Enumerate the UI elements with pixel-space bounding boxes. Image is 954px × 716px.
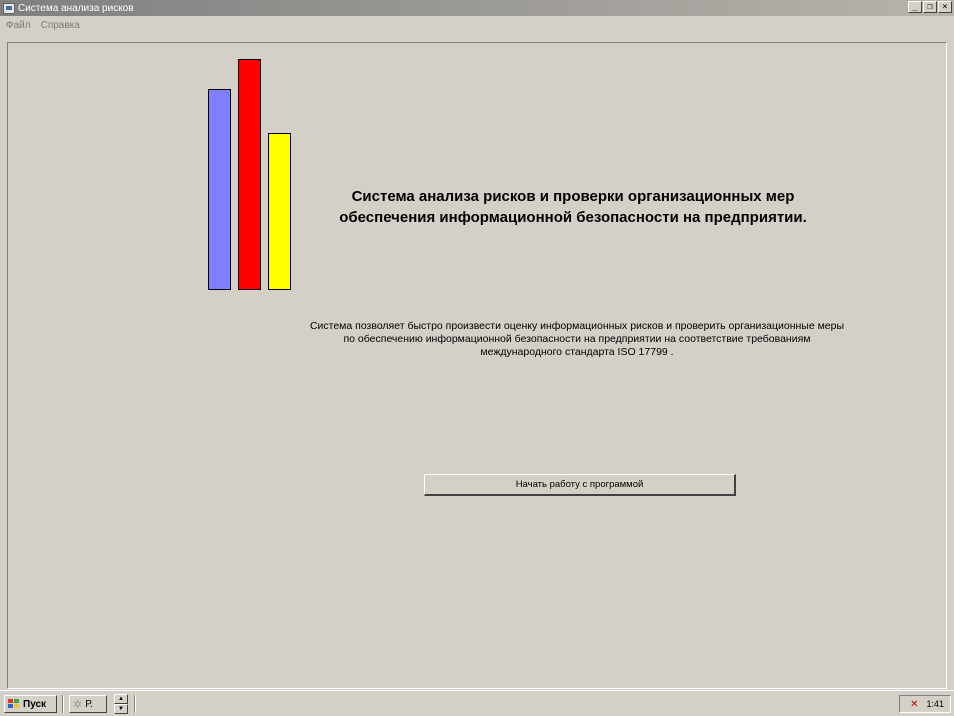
start-label: Пуск: [23, 698, 47, 710]
menu-help[interactable]: Справка: [37, 20, 84, 31]
main-panel: Система анализа рисков и проверки органи…: [7, 42, 947, 689]
page-title: Система анализа рисков и проверки органи…: [339, 188, 807, 226]
close-button[interactable]: ×: [938, 1, 952, 13]
start-button[interactable]: Пуск: [4, 695, 57, 713]
app-icon: [3, 2, 15, 14]
logo-bar-blue: [208, 89, 231, 290]
restore-button[interactable]: ❐: [923, 1, 937, 13]
minimize-button[interactable]: _: [908, 1, 922, 13]
taskbar-scroll[interactable]: ▲ ▼: [114, 694, 128, 714]
taskbar: Пуск ✲ Р. ▲ ▼ ✕ 1:41: [0, 690, 954, 716]
network-disconnected-icon[interactable]: ✕: [910, 699, 918, 710]
clock[interactable]: 1:41: [926, 699, 944, 709]
menu-file[interactable]: Файл: [2, 20, 35, 31]
system-tray: ✕ 1:41: [899, 695, 951, 713]
windows-flag-icon: [8, 699, 20, 709]
taskbar-separator: [62, 695, 64, 713]
logo-bar-yellow: [268, 133, 291, 290]
menu-bar: Файл Справка: [0, 17, 954, 33]
taskbar-separator: [134, 695, 136, 713]
title-bar[interactable]: Система анализа рисков _ ❐ ×: [0, 0, 954, 16]
scroll-up-icon[interactable]: ▲: [114, 694, 128, 704]
taskbar-item[interactable]: ✲ Р.: [69, 695, 107, 713]
window-controls: _ ❐ ×: [907, 1, 952, 13]
start-program-button[interactable]: Начать работу с программой: [424, 474, 736, 496]
gear-icon: ✲: [73, 698, 83, 711]
logo-bar-red: [238, 59, 261, 290]
description-text: Система позволяет быстро произвести оцен…: [309, 320, 845, 358]
scroll-down-icon[interactable]: ▼: [114, 704, 128, 714]
taskbar-item-label: Р.: [85, 698, 93, 710]
window-title: Система анализа рисков: [18, 2, 134, 14]
